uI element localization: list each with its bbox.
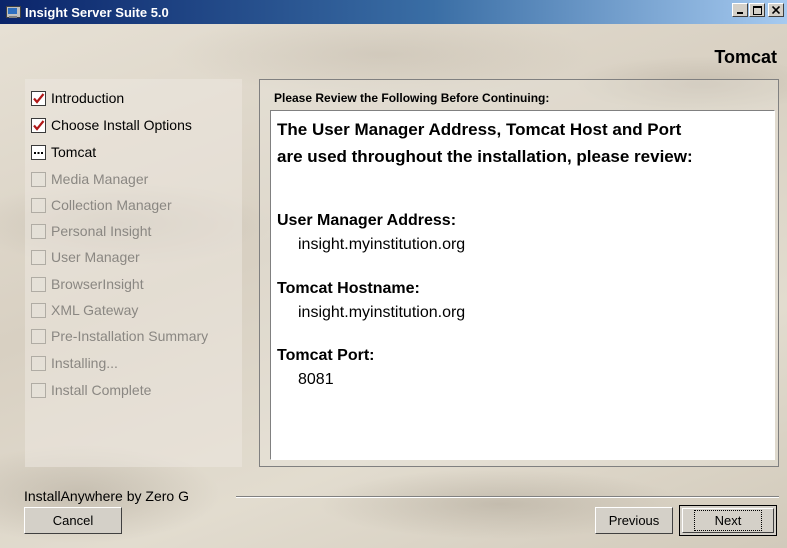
title-bar[interactable]: Insight Server Suite 5.0 [0, 0, 787, 24]
next-button-label: Next [693, 510, 763, 531]
user-manager-address-label: User Manager Address: [277, 212, 457, 229]
review-intro-line-2: are used throughout the installation, pl… [277, 147, 693, 166]
footer-divider [236, 496, 779, 498]
step-label: Introduction [51, 90, 125, 106]
step-label: Installing... [51, 355, 118, 371]
empty-checkbox-icon [31, 302, 46, 318]
step-label: Install Complete [51, 382, 152, 398]
previous-button[interactable]: Previous [595, 507, 673, 534]
step-tomcat: Tomcat [31, 142, 96, 162]
checkmark-icon [31, 90, 46, 106]
step-user-manager: User Manager [31, 247, 140, 267]
step-introduction: Introduction [31, 88, 124, 108]
step-label: Pre-Installation Summary [51, 328, 209, 344]
tomcat-hostname-value: insight.myinstitution.org [298, 304, 466, 321]
step-label: Tomcat [51, 144, 97, 160]
empty-checkbox-icon [31, 382, 46, 398]
empty-checkbox-icon [31, 328, 46, 344]
step-browserinsight: BrowserInsight [31, 274, 144, 294]
tomcat-hostname-label: Tomcat Hostname: [277, 280, 420, 297]
user-manager-address-value: insight.myinstitution.org [298, 236, 466, 253]
step-collection-manager: Collection Manager [31, 195, 172, 215]
window-controls [731, 3, 784, 17]
empty-checkbox-icon [31, 276, 46, 292]
step-label: BrowserInsight [51, 276, 144, 292]
checkmark-icon [31, 117, 46, 133]
step-choose-install-options: Choose Install Options [31, 115, 192, 135]
next-button[interactable]: Next [679, 505, 777, 536]
step-pre-installation-summary: Pre-Installation Summary [31, 326, 208, 346]
empty-checkbox-icon [31, 171, 46, 187]
step-xml-gateway: XML Gateway [31, 300, 138, 320]
step-install-complete: Install Complete [31, 380, 151, 400]
review-label: Please Review the Following Before Conti… [274, 91, 550, 105]
empty-checkbox-icon [31, 249, 46, 265]
review-intro-line-1: The User Manager Address, Tomcat Host an… [277, 120, 682, 139]
close-icon[interactable] [768, 3, 784, 17]
step-label: Personal Insight [51, 223, 152, 239]
cancel-button[interactable]: Cancel [24, 507, 122, 534]
step-label: User Manager [51, 249, 140, 265]
step-label: Choose Install Options [51, 117, 192, 133]
maximize-icon[interactable] [749, 3, 765, 17]
tomcat-port-label: Tomcat Port: [277, 347, 375, 364]
ellipsis-icon [31, 144, 46, 160]
step-media-manager: Media Manager [31, 169, 148, 189]
brand-label: InstallAnywhere by Zero G [24, 488, 189, 504]
minimize-icon[interactable] [732, 3, 748, 17]
window-title: Insight Server Suite 5.0 [25, 4, 169, 20]
empty-checkbox-icon [31, 223, 46, 239]
next-button-face: Next [682, 508, 774, 533]
empty-checkbox-icon [31, 355, 46, 371]
empty-checkbox-icon [31, 197, 46, 213]
step-label: Media Manager [51, 171, 149, 187]
step-personal-insight: Personal Insight [31, 221, 151, 241]
step-label: XML Gateway [51, 302, 139, 318]
steps-panel: Introduction Choose Install Options Tomcat… [25, 79, 242, 467]
panel-heading: Tomcat [714, 47, 777, 67]
installer-window: Insight Server Suite 5.0 Tomcat Introduc… [0, 0, 787, 548]
step-installing: Installing... [31, 353, 118, 373]
installer-window-icon[interactable] [5, 4, 21, 20]
tomcat-port-value: 8081 [298, 371, 334, 388]
review-intro: The User Manager Address, Tomcat Host an… [277, 116, 772, 170]
step-label: Collection Manager [51, 197, 172, 213]
